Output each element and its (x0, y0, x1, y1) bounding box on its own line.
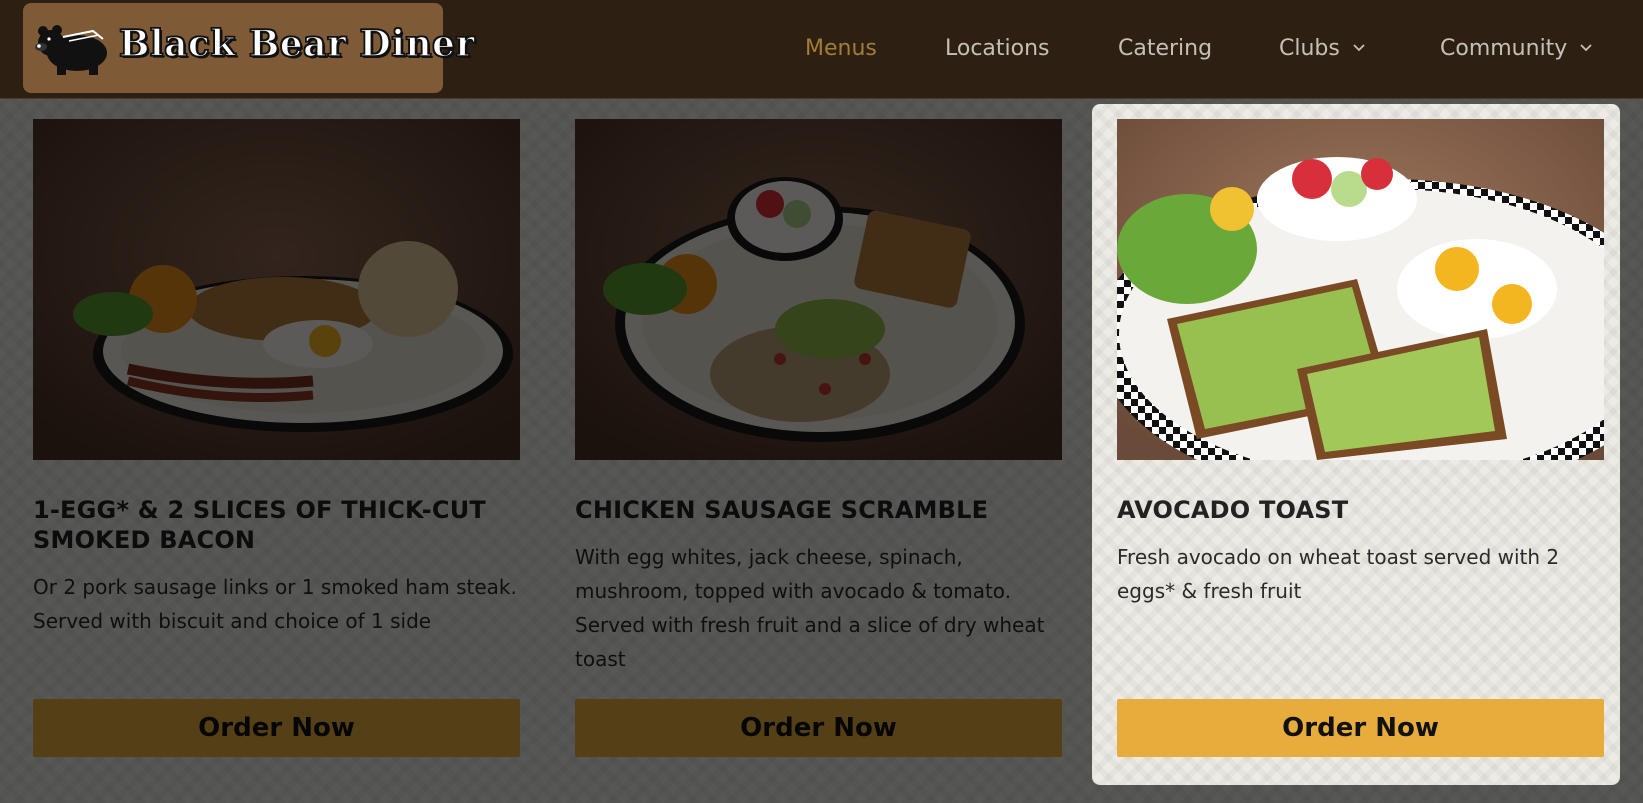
menu-item-description: Or 2 pork sausage links or 1 smoked ham … (33, 575, 517, 633)
brand-logo[interactable]: Black Bear Diner (23, 3, 475, 93)
order-now-button[interactable]: Order Now (1117, 699, 1604, 757)
nav-menus[interactable]: Menus (805, 32, 877, 64)
nav-label: Clubs (1279, 35, 1340, 61)
nav-locations[interactable]: Locations (945, 32, 1050, 64)
nav-catering[interactable]: Catering (1118, 32, 1212, 64)
bear-logo-icon (35, 25, 107, 75)
site-header: Black Bear Diner Menus Locations Caterin… (0, 0, 1643, 99)
order-now-button[interactable]: Order Now (575, 699, 1062, 757)
chevron-down-icon (1353, 44, 1365, 52)
menu-item-photo (33, 119, 520, 460)
menu-item-title: AVOCADO TOAST (1117, 496, 1349, 524)
nav-community[interactable]: Community (1440, 32, 1593, 64)
nav-label: Locations (945, 35, 1050, 61)
menu-item-photo (575, 119, 1062, 460)
menu-item-description: With egg whites, jack cheese, spinach, m… (575, 545, 1045, 671)
menu-item-description: Fresh avocado on wheat toast served with… (1117, 545, 1560, 603)
nav-label: Community (1440, 35, 1568, 61)
menu-item-title: CHICKEN SAUSAGE SCRAMBLE (575, 496, 989, 524)
menu-item-title: 1-EGG* & 2 SLICES OF THICK-CUT SMOKED BA… (33, 496, 486, 554)
nav-label: Menus (805, 35, 877, 61)
brand-name: Black Bear Diner (118, 22, 475, 66)
order-now-button[interactable]: Order Now (33, 699, 520, 757)
nav-label: Catering (1118, 35, 1213, 61)
menu-item-card-highlighted[interactable]: AVOCADO TOAST Fresh avocado on wheat toa… (1092, 104, 1620, 785)
chevron-down-icon (1580, 44, 1592, 52)
nav-clubs[interactable]: Clubs (1279, 32, 1366, 64)
menu-item-photo (1117, 119, 1604, 460)
